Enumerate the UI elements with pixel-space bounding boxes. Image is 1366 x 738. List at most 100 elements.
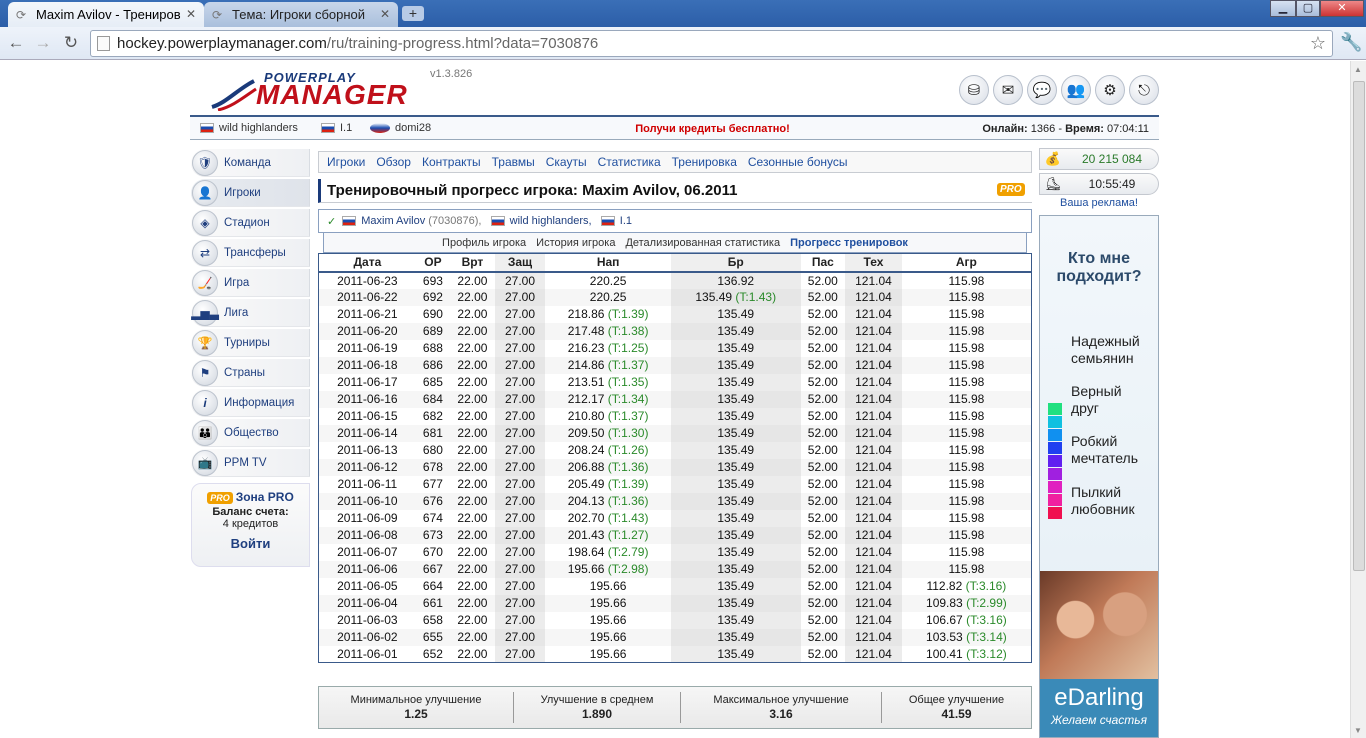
close-window-button[interactable]: ✕ bbox=[1320, 0, 1364, 17]
player-name-link[interactable]: Maxim Avilov bbox=[361, 215, 425, 227]
menu-item-game[interactable]: 🏒 Игра bbox=[191, 269, 310, 297]
subnav-statistics[interactable]: Статистика bbox=[598, 155, 661, 169]
scrollbar-thumb[interactable] bbox=[1353, 81, 1365, 571]
ad-option[interactable]: Верный друг bbox=[1071, 383, 1141, 417]
user-profile-link[interactable]: domi28 bbox=[370, 122, 431, 134]
zone-pro-title[interactable]: PRO Зона PRO bbox=[192, 490, 309, 504]
advertisement-banner[interactable]: Кто мне подходит? Надежный семьянин Верн… bbox=[1039, 215, 1159, 738]
free-credits-link[interactable]: Получи кредиты бесплатно! bbox=[630, 123, 795, 135]
col-header-offense[interactable]: Нап bbox=[545, 253, 671, 273]
table-row: 2011-06-11 677 22.00 27.00 205.49 (T:1.39) 13… bbox=[318, 475, 1032, 493]
menu-item-info[interactable]: i Информация bbox=[191, 389, 310, 417]
col-header-technique[interactable]: Тех bbox=[845, 253, 902, 273]
cell-date: 2011-06-15 bbox=[318, 407, 416, 425]
tab-close-icon[interactable]: ✕ bbox=[380, 7, 390, 21]
cell-technique: 121.04 bbox=[845, 271, 902, 289]
player-icon: 👤 bbox=[192, 179, 218, 206]
menu-item-countries[interactable]: ⚑ Страны bbox=[191, 359, 310, 387]
training-gain: (T:3.16) bbox=[966, 613, 1007, 627]
menu-item-ppm-tv[interactable]: 📺 PPM TV bbox=[191, 449, 310, 477]
menu-item-community[interactable]: 👪 Общество bbox=[191, 419, 310, 447]
new-tab-button[interactable]: + bbox=[402, 6, 424, 21]
col-header-ovr[interactable]: ОР bbox=[415, 253, 451, 273]
logout-icon[interactable]: ⎋ bbox=[1129, 75, 1159, 105]
tab-training-progress[interactable]: Прогресс тренировок bbox=[790, 237, 908, 249]
cell-value: 22.00 bbox=[457, 290, 488, 304]
wrench-menu-icon[interactable]: 🔧 bbox=[1340, 32, 1362, 53]
tab-detailed-stats[interactable]: Детализированная статистика bbox=[625, 237, 780, 249]
money-balance[interactable]: 💰 20 215 084 bbox=[1039, 148, 1159, 170]
col-header-passing[interactable]: Пас bbox=[800, 253, 846, 273]
game-icon: 🏒 bbox=[192, 269, 218, 296]
subnav-injuries[interactable]: Травмы bbox=[492, 155, 535, 169]
user-team-link[interactable]: wild highlanders bbox=[200, 122, 298, 134]
col-header-shooting[interactable]: Бр bbox=[670, 253, 801, 273]
ad-option[interactable]: Надежный семьянин bbox=[1071, 333, 1151, 367]
subnav-players[interactable]: Игроки bbox=[327, 155, 365, 169]
cell-value: 121.04 bbox=[855, 409, 892, 423]
cell-value: 27.00 bbox=[505, 443, 536, 457]
tab-player-profile[interactable]: Профиль игрока bbox=[442, 237, 526, 249]
user-league-link[interactable]: I.1 bbox=[321, 122, 352, 134]
site-logo[interactable]: POWERPLAY MANAGER bbox=[206, 67, 426, 113]
address-bar[interactable]: hockey.powerplaymanager.com/ru/training-… bbox=[90, 30, 1333, 57]
ad-logo: eDarling Желаем счастья bbox=[1040, 679, 1158, 737]
your-ad-link[interactable]: Ваша реклама! bbox=[1039, 197, 1159, 209]
subnav-season-bonus[interactable]: Сезонные бонусы bbox=[748, 155, 848, 169]
menu-item-league[interactable]: ▂▅▃ Лига bbox=[191, 299, 310, 327]
tab-player-history[interactable]: История игрока bbox=[536, 237, 615, 249]
login-link[interactable]: Войти bbox=[192, 536, 309, 551]
settings-icon[interactable]: ⚙ bbox=[1095, 75, 1125, 105]
cell-technique: 121.04 bbox=[845, 305, 902, 323]
bookmark-star-icon[interactable]: ☆ bbox=[1310, 33, 1326, 54]
page-scrollbar[interactable]: ▲ ▼ bbox=[1350, 61, 1366, 738]
scroll-up-arrow-icon[interactable]: ▲ bbox=[1354, 65, 1362, 74]
cell-goalie: 22.00 bbox=[450, 475, 495, 493]
tab-close-icon[interactable]: ✕ bbox=[186, 7, 196, 21]
ad-option[interactable]: Пылкий любовник bbox=[1071, 484, 1151, 518]
mail-icon[interactable]: ✉ bbox=[993, 75, 1023, 105]
ad-option[interactable]: Робкий мечтатель bbox=[1071, 433, 1151, 467]
player-league-link[interactable]: I.1 bbox=[620, 215, 632, 227]
friends-icon[interactable]: 👥 bbox=[1061, 75, 1091, 105]
maximize-button[interactable]: ▢ bbox=[1296, 0, 1320, 17]
cell-value: 27.00 bbox=[505, 511, 536, 525]
col-header-date[interactable]: Дата bbox=[318, 253, 416, 273]
cell-shooting: 135.49 bbox=[670, 339, 801, 357]
back-arrow-icon[interactable]: ← bbox=[5, 33, 27, 53]
cell-value: 52.00 bbox=[807, 477, 838, 491]
menu-item-players[interactable]: 👤 Игроки bbox=[191, 179, 310, 207]
browser-tab-inactive[interactable]: ⟳ Тема: Игроки сборной ✕ bbox=[204, 2, 398, 27]
scroll-down-arrow-icon[interactable]: ▼ bbox=[1354, 726, 1362, 735]
training-gain: (T:1.26) bbox=[607, 443, 649, 457]
cell-ovr: 655 bbox=[415, 628, 451, 646]
cell-technique: 121.04 bbox=[845, 322, 902, 340]
menu-item-stadium[interactable]: ◈ Стадион bbox=[191, 209, 310, 237]
subnav-scouts[interactable]: Скауты bbox=[546, 155, 587, 169]
reload-icon[interactable]: ↻ bbox=[60, 33, 82, 53]
cell-value: 135.49 bbox=[717, 375, 755, 389]
cell-ovr: 652 bbox=[415, 645, 451, 663]
ppm-icon[interactable]: ⛁ bbox=[959, 75, 989, 105]
subnav-overview[interactable]: Обзор bbox=[376, 155, 411, 169]
info-icon: i bbox=[192, 389, 218, 416]
col-header-goalie[interactable]: Врт bbox=[450, 253, 495, 273]
table-row: 2011-06-20 689 22.00 27.00 217.48 (T:1.38) 13… bbox=[318, 322, 1032, 340]
col-header-defense[interactable]: Защ bbox=[494, 253, 546, 273]
player-team-link[interactable]: wild highlanders, bbox=[510, 215, 592, 227]
col-header-aggression[interactable]: Агр bbox=[901, 253, 1032, 273]
subnav-training[interactable]: Тренировка bbox=[672, 155, 737, 169]
minimize-button[interactable]: ▁ bbox=[1270, 0, 1296, 17]
menu-item-transfers[interactable]: ⇄ Трансферы bbox=[191, 239, 310, 267]
cell-value: 218.86 bbox=[567, 307, 605, 321]
subnav-contracts[interactable]: Контракты bbox=[422, 155, 481, 169]
browser-tab-active[interactable]: ⟳ Maxim Avilov - Трениров ✕ bbox=[8, 2, 204, 27]
menu-item-team[interactable]: 🛡 Команда bbox=[191, 149, 310, 177]
menu-item-tournaments[interactable]: 🏆 Турниры bbox=[191, 329, 310, 357]
cell-technique: 121.04 bbox=[845, 373, 902, 391]
cell-value: 27.00 bbox=[505, 392, 536, 406]
forward-arrow-icon[interactable]: → bbox=[32, 33, 54, 53]
forum-icon[interactable]: 💬 bbox=[1027, 75, 1057, 105]
cell-value: 27.00 bbox=[505, 477, 536, 491]
cell-value: 22.00 bbox=[457, 307, 488, 321]
